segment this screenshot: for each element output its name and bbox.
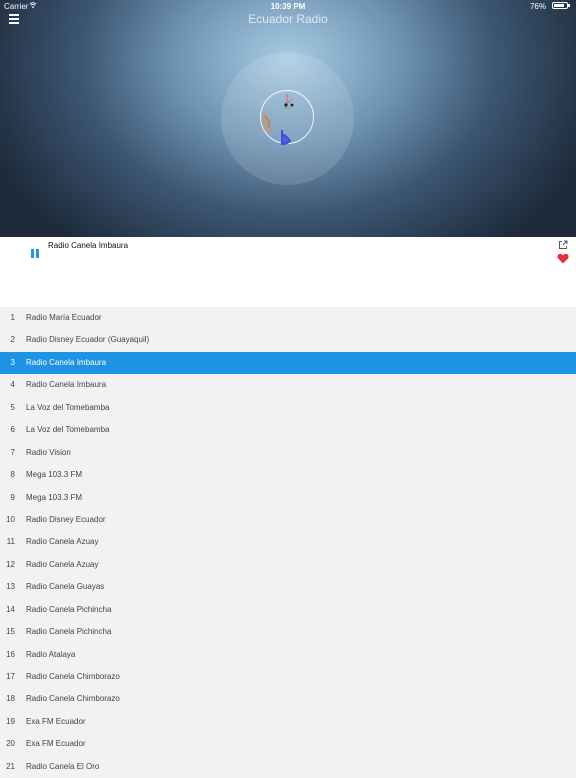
now-playing-station: Radio Canela Imbaura	[48, 241, 129, 250]
station-name: Radio Canela Pichincha	[26, 627, 112, 637]
station-number: 2	[10, 335, 15, 345]
station-name: Radio Vision	[26, 447, 71, 457]
hero-header: Carrier 10:39 PM 76% Ecuador Radio	[0, 0, 576, 237]
station-name: Mega 103.3 FM	[26, 492, 83, 502]
station-row[interactable]: 4 Radio Canela Imbaura	[0, 374, 576, 396]
station-row[interactable]: 16 Radio Atalaya	[0, 644, 576, 666]
share-icon[interactable]	[558, 240, 568, 250]
station-name: Radio Atalaya	[26, 649, 76, 659]
station-row[interactable]: 20 Exa FM Ecuador	[0, 733, 576, 755]
station-number: 9	[10, 492, 15, 502]
station-row[interactable]: 19 Exa FM Ecuador	[0, 711, 576, 733]
station-name: Radio Canela Imbaura	[26, 357, 107, 367]
status-time: 10:39 PM	[270, 2, 306, 11]
heart-icon[interactable]	[557, 253, 569, 264]
station-number: 10	[6, 514, 15, 524]
station-number: 21	[6, 761, 15, 771]
battery-icon	[552, 2, 570, 9]
station-row[interactable]: 15 Radio Canela Pichincha	[0, 621, 576, 643]
station-row[interactable]: 3 Radio Canela Imbaura	[0, 351, 576, 375]
station-row[interactable]: 9 Mega 103.3 FM	[0, 487, 576, 509]
music-notes-logo	[263, 94, 294, 146]
status-bar: Carrier 10:39 PM 76%	[0, 0, 576, 12]
now-playing-bar: Radio Canela Imbaura	[0, 237, 576, 307]
station-name: Radio Canela Chimborazo	[26, 672, 120, 681]
station-name: Radio María Ecuador	[26, 313, 102, 322]
station-name: Radio Canela Azuay	[26, 559, 99, 569]
station-name: Mega 103.3 FM	[26, 470, 83, 480]
station-row[interactable]: 12 Radio Canela Azuay	[0, 554, 576, 576]
station-number: 6	[10, 425, 15, 435]
station-name: Radio Canela Imbaura	[26, 380, 107, 390]
station-row[interactable]: 21 Radio Canela El Oro	[0, 756, 576, 778]
station-number: 7	[10, 447, 15, 457]
station-name: Radio Canela Pichincha	[26, 604, 112, 614]
station-name: Exa FM Ecuador	[26, 739, 86, 749]
station-row[interactable]: 13 Radio Canela Guayas	[0, 576, 576, 598]
station-row[interactable]: 5 La Voz del Tomebamba	[0, 397, 576, 419]
station-row[interactable]: 1 Radio María Ecuador	[0, 307, 576, 329]
station-name: Radio Canela Guayas	[26, 582, 105, 592]
station-name: Exa FM Ecuador	[26, 716, 86, 726]
station-list: 1 Radio María Ecuador 2 Radio Disney Ecuado…	[0, 307, 576, 778]
station-number: 5	[10, 402, 15, 412]
page-title: Ecuador Radio	[248, 12, 328, 26]
station-number: 19	[6, 716, 15, 726]
station-number: 16	[6, 649, 15, 659]
station-row[interactable]: 6 La Voz del Tomebamba	[0, 419, 576, 441]
station-row[interactable]: 7 Radio Vision	[0, 442, 576, 464]
station-number: 11	[6, 537, 15, 547]
station-name: Radio Canela Azuay	[26, 537, 99, 547]
station-row[interactable]: 18 Radio Canela Chimborazo	[0, 688, 576, 710]
station-number: 20	[6, 739, 15, 749]
station-number: 15	[6, 627, 15, 637]
battery-percent: 76%	[529, 2, 546, 11]
station-number: 14	[6, 604, 15, 614]
station-name: La Voz del Tomebamba	[26, 425, 110, 435]
station-number: 17	[6, 672, 15, 681]
station-name: Radio Disney Ecuador (Guayaquil)	[26, 335, 150, 345]
station-name: Radio Canela Chimborazo	[26, 694, 120, 704]
station-row[interactable]: 2 Radio Disney Ecuador (Guayaquil)	[0, 329, 576, 351]
station-name: Radio Canela El Oro	[26, 761, 100, 771]
station-number: 3	[10, 357, 15, 367]
station-number: 4	[10, 380, 15, 390]
pause-icon[interactable]	[30, 249, 40, 259]
station-number: 18	[6, 694, 15, 704]
station-number: 8	[10, 470, 15, 480]
station-number: 13	[6, 582, 15, 592]
station-number: 1	[10, 313, 15, 322]
station-name: La Voz del Tomebamba	[26, 402, 110, 412]
station-row[interactable]: 8 Mega 103.3 FM	[0, 464, 576, 486]
station-row[interactable]: 14 Radio Canela Pichincha	[0, 599, 576, 621]
station-row[interactable]: 11 Radio Canela Azuay	[0, 531, 576, 553]
station-number: 12	[6, 559, 15, 569]
station-row[interactable]: 17 Radio Canela Chimborazo	[0, 666, 576, 688]
station-name: Radio Disney Ecuador	[26, 514, 106, 524]
station-row[interactable]: 10 Radio Disney Ecuador	[0, 509, 576, 531]
